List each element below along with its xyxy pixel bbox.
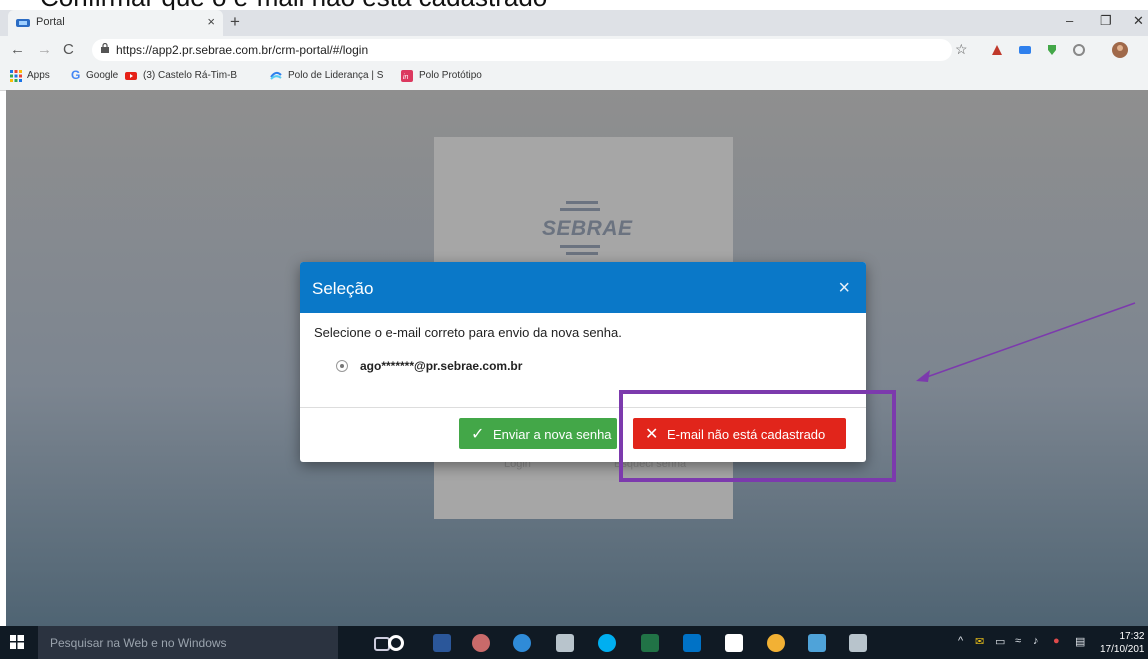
bookmarks-bar: Apps G Google (3) Castelo Rá-Tim-B Polo … (0, 64, 1148, 91)
modal-header: Seleção × (300, 262, 866, 313)
modal-title: Seleção (312, 279, 374, 298)
taskbar-clock[interactable]: 17:32 17/10/201 (1100, 630, 1145, 656)
bookmark-polo-prototipo[interactable]: Polo Protótipo (419, 70, 482, 81)
restore-button[interactable]: ❐ (1100, 13, 1112, 29)
windows-start-icon[interactable] (10, 635, 24, 649)
tray-battery-icon[interactable]: ▭ (995, 635, 1005, 648)
close-window-button[interactable]: ✕ (1133, 13, 1144, 29)
excel-icon[interactable] (641, 634, 659, 652)
extension-3-icon[interactable] (1045, 43, 1059, 57)
tray-notification-icon[interactable]: ▤ (1075, 635, 1085, 648)
bookmark-polo-lideranca[interactable]: Polo de Liderança | S (288, 70, 383, 81)
send-button-label: Enviar a nova senha (493, 427, 612, 442)
tray-wifi-icon[interactable]: ≈ (1015, 635, 1021, 647)
photos-icon[interactable] (725, 634, 743, 652)
reload-icon[interactable]: C (63, 41, 74, 58)
tray-chevron-icon[interactable]: ^ (958, 635, 963, 647)
invision-icon: in (401, 70, 413, 82)
annotation-highlight-box (619, 390, 896, 482)
back-icon[interactable]: ← (10, 41, 25, 58)
extension-4-icon[interactable] (1072, 43, 1086, 57)
word-icon[interactable] (433, 634, 451, 652)
clock-time: 17:32 (1119, 631, 1145, 642)
svg-text:in: in (403, 74, 409, 81)
tool-icon[interactable] (849, 634, 867, 652)
new-tab-button[interactable]: + (230, 12, 240, 32)
profile-avatar-icon[interactable] (1112, 42, 1128, 58)
edge-icon[interactable] (513, 634, 531, 652)
tray-mail-icon[interactable]: ✉ (975, 635, 984, 648)
send-new-password-button[interactable]: ✓ Enviar a nova senha (459, 418, 617, 449)
minimize-button[interactable]: – (1066, 13, 1073, 28)
bookmark-star-icon[interactable]: ☆ (955, 41, 968, 58)
sebrae-logo: SEBRAE (532, 199, 642, 259)
modal-message: Selecione o e-mail correto para envio da… (314, 325, 622, 340)
tab-strip: Portal × + – ❐ ✕ (0, 10, 1148, 36)
email-radio[interactable] (336, 360, 348, 372)
cropped-caption-text: Confirmar que o e-mail não está cadastra… (40, 0, 547, 10)
forward-icon[interactable]: → (37, 41, 52, 58)
cortana-icon[interactable] (388, 635, 404, 651)
lock-icon (101, 43, 109, 53)
tab-title: Portal (36, 16, 65, 28)
tab-close-icon[interactable]: × (207, 14, 215, 29)
check-icon: ✓ (471, 426, 485, 443)
sketch-icon[interactable] (556, 634, 574, 652)
windows-taskbar: Pesquisar na Web e no Windows ^ ✉ ▭ ≈ ♪ … (0, 626, 1148, 659)
extension-1-icon[interactable] (990, 43, 1004, 57)
clock-date: 17/10/201 (1100, 644, 1145, 655)
address-bar[interactable]: https://app2.pr.sebrae.com.br/crm-portal… (92, 39, 952, 61)
taskbar-search-placeholder: Pesquisar na Web e no Windows (50, 636, 227, 650)
email-option-label[interactable]: ago*******@pr.sebrae.com.br (360, 359, 522, 373)
polo-icon (270, 71, 282, 80)
sebrae-logo-text: SEBRAE (542, 217, 633, 240)
tab-portal[interactable]: Portal × (8, 10, 223, 36)
google-icon: G (71, 68, 81, 82)
chrome-icon[interactable] (767, 634, 785, 652)
apps-grid-icon (10, 70, 22, 82)
bookmark-apps[interactable]: Apps (27, 70, 50, 81)
portal-favicon-icon (16, 19, 30, 27)
url-text: https://app2.pr.sebrae.com.br/crm-portal… (116, 43, 369, 57)
outlook-icon[interactable] (683, 634, 701, 652)
skype-icon[interactable] (598, 634, 616, 652)
taskbar-search-box[interactable]: Pesquisar na Web e no Windows (38, 626, 338, 659)
extension-2-icon[interactable] (1018, 43, 1032, 57)
app-icon[interactable] (808, 634, 826, 652)
tray-volume-icon[interactable]: ♪ (1033, 635, 1039, 647)
tray-app-icon[interactable]: ● (1053, 635, 1060, 647)
youtube-icon (125, 72, 137, 80)
paint-icon[interactable] (472, 634, 490, 652)
browser-toolbar: ← → C https://app2.pr.sebrae.com.br/crm-… (0, 36, 1148, 64)
bookmark-castelo[interactable]: (3) Castelo Rá-Tim-B (143, 70, 237, 81)
modal-close-icon[interactable]: × (838, 277, 850, 300)
bookmark-google[interactable]: Google (86, 70, 118, 81)
cropped-caption: Confirmar que o e-mail não está cadastra… (0, 0, 1148, 10)
